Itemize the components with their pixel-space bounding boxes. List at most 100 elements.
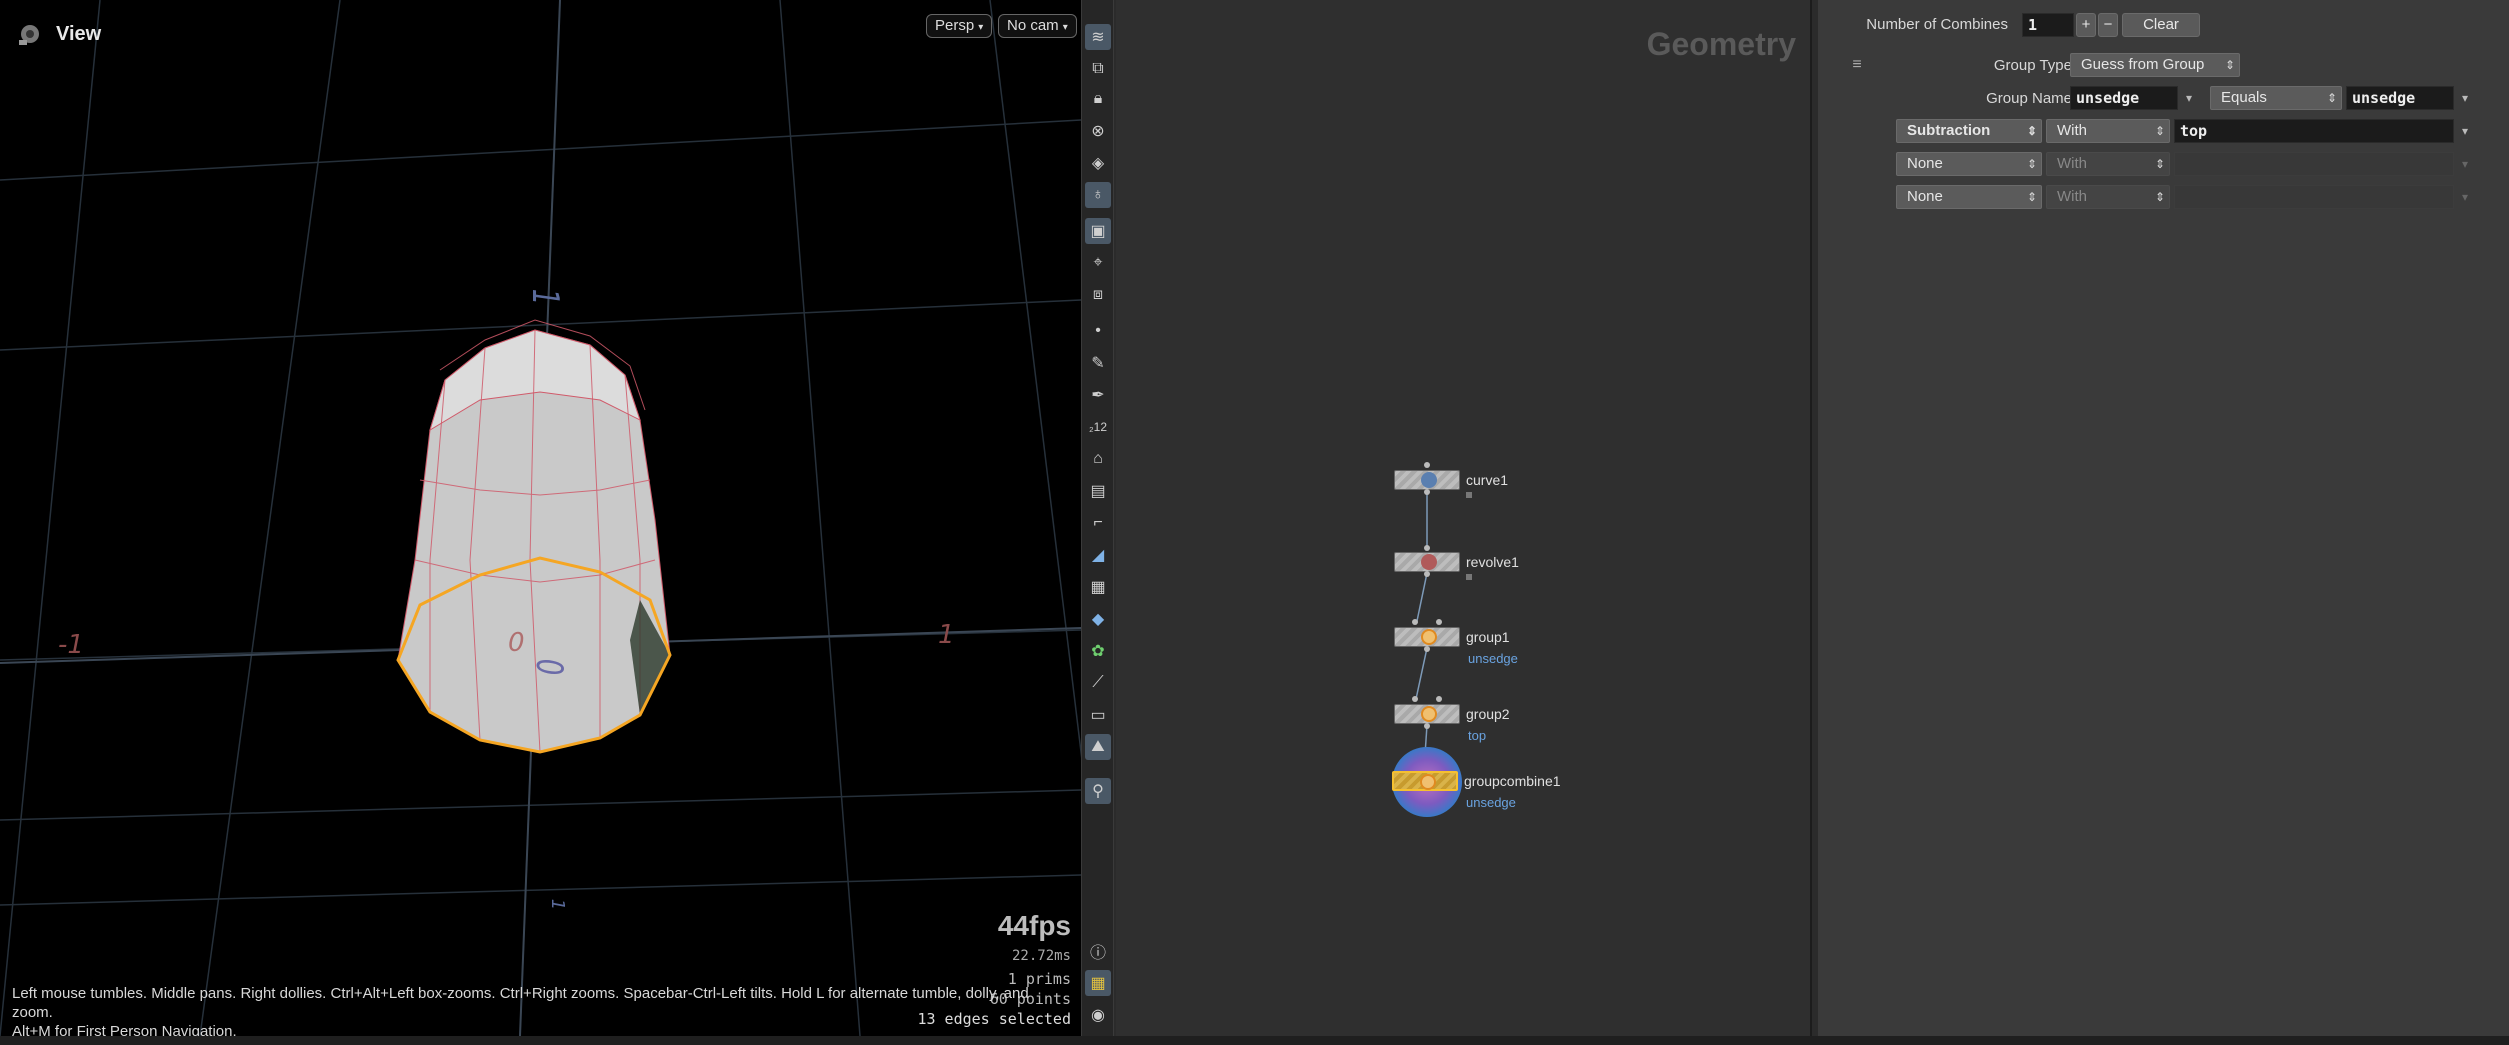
node-body[interactable] <box>1394 627 1460 647</box>
perspective-dropdown[interactable]: Persp ▾ <box>926 14 993 38</box>
combine-with-menu[interactable]: With ⇕ <box>2046 119 2170 143</box>
camera-dropdown[interactable]: No cam ▾ <box>998 14 1077 38</box>
node-input-port[interactable] <box>1412 696 1418 702</box>
clear-button[interactable]: Clear <box>2122 13 2200 37</box>
group-icon <box>1421 706 1437 722</box>
viewport-menu-icon[interactable] <box>16 20 44 48</box>
checker-icon[interactable]: ▦ <box>1085 574 1111 600</box>
ghost-icon[interactable]: ⊗ <box>1085 118 1111 144</box>
node-flag-icon <box>1466 574 1472 580</box>
node-output-port[interactable] <box>1424 489 1430 495</box>
node-name: group2 <box>1466 706 1510 722</box>
node-comment: top <box>1468 728 1487 743</box>
hamburger-menu-icon[interactable]: ≡ <box>1844 52 1870 78</box>
axis-label-neg-x: -1 <box>58 630 84 660</box>
tool-icon[interactable]: ⟋ <box>1085 670 1111 696</box>
bottom-status-strip <box>0 1036 2509 1045</box>
node-input-port[interactable] <box>1424 462 1430 468</box>
pin-icon[interactable]: ⚲ <box>1085 778 1111 804</box>
node-revolve1[interactable]: revolve1 <box>1394 552 1519 580</box>
combine-group-field[interactable]: top <box>2174 119 2454 143</box>
eye-icon[interactable]: ◉ <box>1085 1002 1111 1028</box>
remove-combine-button[interactable]: − <box>2098 13 2118 37</box>
node-name: curve1 <box>1466 472 1509 488</box>
help-line-1: Left mouse tumbles. Middle pans. Right d… <box>12 985 1029 1021</box>
node-input-port[interactable] <box>1424 545 1430 551</box>
uv-icon[interactable]: ◆ <box>1085 606 1111 632</box>
updown-arrow-icon: ⇕ <box>2026 124 2037 138</box>
axis-label-top: 1 <box>523 288 566 306</box>
combine-group-field <box>2174 185 2454 209</box>
node-group2[interactable]: group2 top <box>1394 704 1510 743</box>
group-name-label: Group Name <box>1986 90 2072 107</box>
node-groupcombine1[interactable]: groupcombine1 unsedge <box>1392 771 1561 810</box>
combine-op-menu[interactable]: None ⇕ <box>1896 185 2042 209</box>
combine-group-dropdown-icon: ▾ <box>2461 190 2469 204</box>
display-options-icon[interactable]: ▣ <box>1085 218 1111 244</box>
node-input-port[interactable] <box>1412 619 1418 625</box>
box-icon[interactable]: ▭ <box>1085 702 1111 728</box>
group-name-dropdown-icon[interactable]: ▾ <box>2180 86 2198 110</box>
info-icon[interactable]: ⓘ <box>1085 938 1111 964</box>
node-output-port[interactable] <box>1424 646 1430 652</box>
stamp-icon[interactable]: ▤ <box>1085 478 1111 504</box>
node-body[interactable] <box>1392 771 1458 791</box>
add-combine-button[interactable]: + <box>2076 13 2096 37</box>
capsule-geometry[interactable] <box>396 319 672 754</box>
help-line-2: Alt+M for First Person Navigation. <box>12 1023 237 1036</box>
equals-menu[interactable]: Equals ⇕ <box>2210 86 2342 110</box>
layers-icon[interactable]: ≋ <box>1085 24 1111 50</box>
grid-layout-icon[interactable]: ▦ <box>1085 970 1111 996</box>
group-type-label: Group Type <box>1993 57 2072 74</box>
flatten-icon[interactable]: ◢ <box>1085 542 1111 568</box>
brush-icon[interactable]: ✎ <box>1085 350 1111 376</box>
node-flag-icon <box>1466 492 1472 498</box>
node-group1[interactable]: group1 unsedge <box>1394 627 1518 666</box>
group-name-field[interactable]: unsedge <box>2070 86 2178 110</box>
render-icon[interactable]: ⧈ <box>1085 282 1111 308</box>
scene-viewport[interactable]: View Persp ▾ No cam ▾ -1 1 0 0 1 1 44fps 2… <box>0 0 1082 1036</box>
combine-op-menu[interactable]: None ⇕ <box>1896 152 2042 176</box>
node-body[interactable] <box>1394 552 1460 572</box>
combine-group-dropdown-icon[interactable]: ▾ <box>2456 119 2474 143</box>
navigation-help-text: Left mouse tumbles. Middle pans. Right d… <box>12 984 1072 1036</box>
network-editor[interactable]: Geometry curve1 revolve1 group1 unsedge <box>1116 0 1812 1036</box>
node-name: group1 <box>1466 629 1510 645</box>
node-body[interactable] <box>1394 470 1460 490</box>
node-output-port[interactable] <box>1424 723 1430 729</box>
curve-icon <box>1421 472 1437 488</box>
light-icon[interactable]: ♁ <box>1085 182 1111 208</box>
group-icon <box>1421 629 1437 645</box>
pen-icon[interactable]: ✒ <box>1085 382 1111 408</box>
viewport-3d-canvas[interactable] <box>0 0 1082 1036</box>
node-body[interactable] <box>1394 704 1460 724</box>
combine-op-value: Subtraction <box>1907 122 1991 139</box>
axis-label-pos-x: 1 <box>938 620 955 650</box>
equals-field[interactable]: unsedge <box>2346 86 2454 110</box>
group-combine-icon <box>1420 774 1436 790</box>
group-type-menu[interactable]: Guess from Group ⇕ <box>2070 53 2240 77</box>
background-icon[interactable]: ⛰ <box>1085 734 1111 760</box>
perspective-label: Persp <box>935 17 975 34</box>
combine-op-menu[interactable]: Subtraction ⇕ <box>1896 119 2042 143</box>
viewport-toolbar: ≋ ⧉ 🔒︎ ⊗ ◈ ♁ ▣ ⌖ ⧈ • ✎ ✒ ₂12 ⌂ ▤ ⌐ ◢ ▦ ◆… <box>1082 0 1114 1036</box>
combine-op-value: None <box>1907 155 1943 172</box>
updown-arrow-icon: ⇕ <box>2154 124 2165 138</box>
measure-icon[interactable]: ⌐ <box>1085 510 1111 536</box>
node-input-port[interactable] <box>1436 696 1442 702</box>
node-output-port[interactable] <box>1424 571 1430 577</box>
snap-icon[interactable]: ◈ <box>1085 150 1111 176</box>
select-mode-icon[interactable]: ⌖ <box>1085 250 1111 276</box>
combine-with-menu: With ⇕ <box>2046 152 2170 176</box>
lock-icon[interactable]: 🔒︎ <box>1085 86 1111 112</box>
point-icon[interactable]: • <box>1085 318 1111 344</box>
equals-dropdown-icon[interactable]: ▾ <box>2456 86 2474 110</box>
node-curve1[interactable]: curve1 <box>1394 470 1509 498</box>
camera-view-icon[interactable]: ⧉ <box>1085 56 1111 82</box>
num-combines-field[interactable]: 1 <box>2022 13 2074 37</box>
node-input-port[interactable] <box>1436 619 1442 625</box>
paint-icon[interactable]: ⌂ <box>1085 446 1111 472</box>
green-icon[interactable]: ✿ <box>1085 638 1111 664</box>
number-icon[interactable]: ₂12 <box>1085 414 1111 440</box>
axis-label-origin-x: 0 <box>508 628 525 658</box>
